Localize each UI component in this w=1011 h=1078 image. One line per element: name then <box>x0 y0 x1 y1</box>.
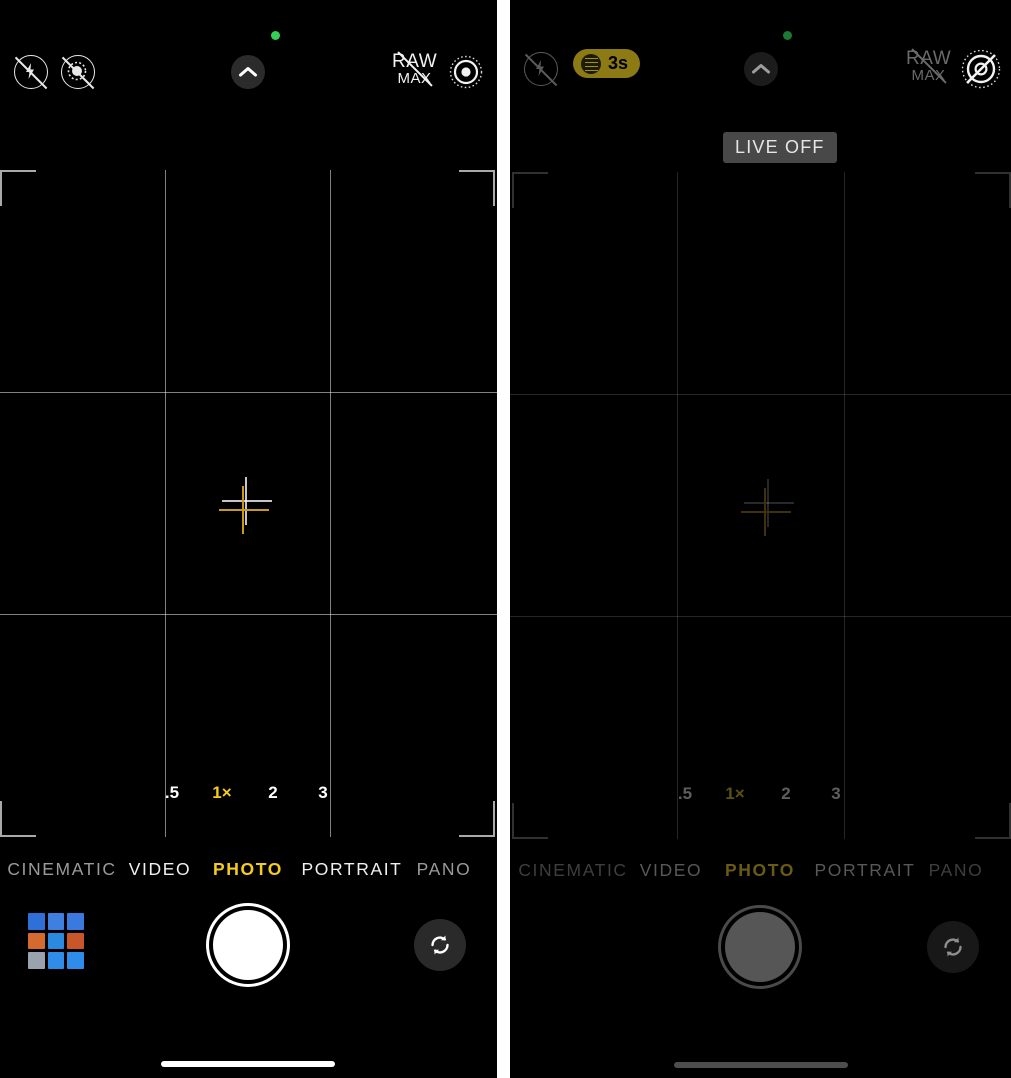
frame-corner-top-right <box>459 170 495 206</box>
raw-max-off-icon: RAW MAX <box>392 51 437 87</box>
raw-max-toggle-button[interactable]: RAW MAX <box>906 48 951 84</box>
panel-separator <box>497 0 510 1078</box>
mode-carousel-left[interactable]: CINEMATIC VIDEO PHOTO PORTRAIT PANO <box>0 857 497 881</box>
mode-photo[interactable]: PHOTO <box>725 860 795 881</box>
mode-photo[interactable]: PHOTO <box>213 859 283 880</box>
night-mode-pill[interactable]: 3s <box>573 49 641 78</box>
night-mode-icon <box>581 53 601 74</box>
zoom-option-1x[interactable]: 1× <box>212 783 231 803</box>
camera-flip-button[interactable] <box>927 921 979 973</box>
zoom-option-2x[interactable]: 2 <box>781 784 790 804</box>
mode-pano[interactable]: PANO <box>417 859 472 880</box>
home-indicator[interactable] <box>674 1062 848 1068</box>
night-mode-duration: 3s <box>608 53 629 73</box>
live-photo-status-button[interactable] <box>960 48 1002 90</box>
shutter-button[interactable] <box>206 903 290 987</box>
frame-corner-top-right <box>975 172 1011 208</box>
expand-controls-button[interactable] <box>744 52 778 86</box>
mode-cinematic[interactable]: CINEMATIC <box>518 860 627 881</box>
grid-line-horizontal <box>510 394 1011 395</box>
camera-flip-icon <box>944 937 962 957</box>
viewfinder-right[interactable] <box>510 172 1011 839</box>
grid-line-vertical <box>677 172 678 839</box>
zoom-selector-left[interactable]: .5 1× 2 3 <box>0 783 497 809</box>
flash-toggle-button[interactable] <box>524 52 558 87</box>
chevron-up-icon <box>744 52 778 86</box>
flash-off-icon <box>524 52 558 87</box>
zoom-option-2x[interactable]: 2 <box>268 783 277 803</box>
grid-line-horizontal <box>0 392 497 393</box>
mode-portrait[interactable]: PORTRAIT <box>815 860 916 881</box>
live-photo-off-icon <box>61 55 95 90</box>
camera-screen-left: RAW MAX .5 1× 2 3 CINEMATIC VIDEO PHOTO … <box>0 0 497 1078</box>
flash-off-icon <box>14 55 48 90</box>
zoom-option-3x[interactable]: 3 <box>831 784 840 804</box>
mode-portrait[interactable]: PORTRAIT <box>302 859 403 880</box>
live-photo-off-icon <box>960 48 1002 90</box>
viewfinder-left[interactable] <box>0 170 497 837</box>
live-photo-toggle-button[interactable] <box>61 55 95 90</box>
shutter-inner <box>213 910 283 980</box>
flash-toggle-button[interactable] <box>14 55 48 90</box>
zoom-option-1x[interactable]: 1× <box>725 784 744 804</box>
top-control-bar: RAW MAX <box>0 51 497 123</box>
zoom-selector-right[interactable]: .5 1× 2 3 <box>510 784 1011 810</box>
top-control-bar: 3s RAW MAX <box>510 48 1011 120</box>
camera-in-use-indicator <box>783 31 792 40</box>
home-indicator[interactable] <box>161 1061 335 1067</box>
zoom-option-0-5[interactable]: .5 <box>678 784 692 804</box>
grid-line-horizontal <box>510 616 1011 617</box>
zoom-option-3x[interactable]: 3 <box>318 783 327 803</box>
shutter-inner <box>725 912 795 982</box>
raw-max-toggle-button[interactable]: RAW MAX <box>392 51 437 87</box>
zoom-option-0-5[interactable]: .5 <box>165 783 179 803</box>
expand-controls-button[interactable] <box>231 55 265 89</box>
shutter-button[interactable] <box>718 905 802 989</box>
camera-flip-icon <box>431 935 449 955</box>
frame-corner-top-left <box>0 170 36 206</box>
night-mode-button[interactable]: 3s <box>573 49 641 78</box>
grid-line-vertical <box>330 170 331 837</box>
level-crosshair-icon <box>218 475 278 535</box>
camera-screen-right: 3s RAW MAX LIVE OFF .5 1× 2 3 CINEMATIC … <box>510 0 1011 1078</box>
camera-flip-button[interactable] <box>414 919 466 971</box>
mode-video[interactable]: VIDEO <box>129 859 191 880</box>
mode-video[interactable]: VIDEO <box>640 860 702 881</box>
camera-in-use-indicator <box>271 31 280 40</box>
grid-line-vertical <box>165 170 166 837</box>
mode-carousel-right[interactable]: CINEMATIC VIDEO PHOTO PORTRAIT PANO <box>510 858 1011 882</box>
raw-max-off-icon: RAW MAX <box>906 48 951 84</box>
photo-library-thumbnail[interactable] <box>28 913 84 969</box>
screenshot-root: RAW MAX .5 1× 2 3 CINEMATIC VIDEO PHOTO … <box>0 0 1011 1078</box>
live-photo-status-button[interactable] <box>448 54 484 90</box>
mode-pano[interactable]: PANO <box>929 860 984 881</box>
level-crosshair-icon <box>740 477 800 537</box>
frame-corner-top-left <box>512 172 548 208</box>
grid-line-horizontal <box>0 614 497 615</box>
live-off-badge: LIVE OFF <box>723 132 837 163</box>
grid-line-vertical <box>844 172 845 839</box>
live-photo-on-icon <box>448 54 484 90</box>
mode-cinematic[interactable]: CINEMATIC <box>7 859 116 880</box>
chevron-up-icon <box>231 55 265 89</box>
